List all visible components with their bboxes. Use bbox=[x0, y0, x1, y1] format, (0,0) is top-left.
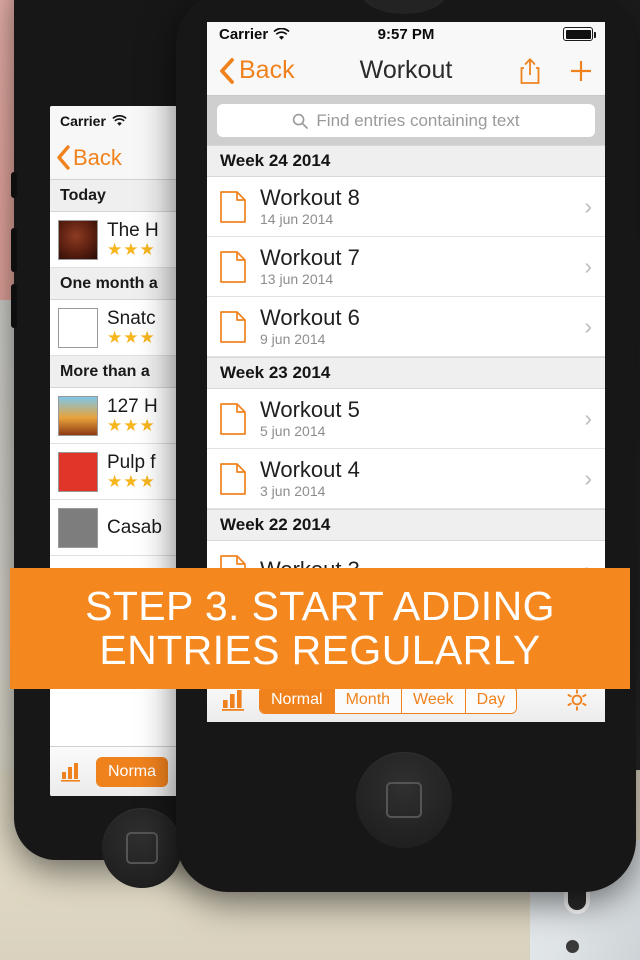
entry-title: Workout 7 bbox=[260, 244, 360, 270]
poster-snatch bbox=[58, 307, 98, 348]
poster-the-hunger-games bbox=[58, 219, 98, 260]
table-row[interactable]: Workout 5 5 jun 2014 › bbox=[207, 389, 605, 449]
white-device-dot bbox=[566, 940, 579, 953]
view-mode-segmented-control[interactable]: Normal Month Week Day bbox=[259, 685, 518, 714]
entries-list: Week 24 2014 Workout 8 14 jun 2014 › Wor… bbox=[207, 145, 605, 601]
list-item-title: 127 H bbox=[107, 396, 158, 417]
poster-127-hours bbox=[58, 395, 98, 436]
entry-title: Workout 5 bbox=[260, 396, 360, 422]
section-header-week-24: Week 24 2014 bbox=[207, 145, 605, 177]
phone-earpiece-speaker bbox=[362, 0, 446, 14]
rating-stars: ★★★ bbox=[107, 327, 156, 347]
segment-week[interactable]: Week bbox=[401, 686, 465, 713]
navigation-bar: Back Workout bbox=[207, 46, 605, 96]
foreground-phone: Carrier 9:57 PM Back Workout Find entrie… bbox=[176, 0, 636, 892]
bar-chart-icon[interactable] bbox=[221, 689, 245, 711]
entry-date: 3 jun 2014 bbox=[260, 482, 326, 499]
poster-casablanca bbox=[58, 507, 98, 548]
promo-banner-line-1: STEP 3. START ADDING bbox=[85, 582, 555, 629]
list-item-title: The H bbox=[107, 220, 159, 241]
poster-pulp-fiction bbox=[58, 451, 98, 492]
rating-stars: ★★★ bbox=[107, 239, 156, 259]
back-button-label: Back bbox=[73, 144, 122, 170]
segment-day[interactable]: Day bbox=[464, 686, 517, 713]
bar-chart-icon[interactable] bbox=[60, 762, 82, 782]
section-header-week-22: Week 22 2014 bbox=[207, 509, 605, 541]
chevron-left-icon bbox=[57, 145, 70, 170]
chevron-right-icon: › bbox=[584, 253, 592, 279]
list-item-title: Snatc bbox=[107, 308, 156, 329]
document-icon bbox=[220, 462, 246, 495]
back-carrier-label: Carrier bbox=[60, 113, 106, 129]
battery-full-icon bbox=[563, 27, 596, 41]
gear-icon[interactable] bbox=[563, 687, 591, 713]
chevron-right-icon: › bbox=[584, 465, 592, 491]
table-row[interactable]: Workout 8 14 jun 2014 › bbox=[207, 177, 605, 237]
back-button-label: Back bbox=[239, 56, 295, 84]
list-item-title: Pulp f bbox=[107, 452, 156, 473]
phone-side-button-volume-down[interactable] bbox=[11, 284, 17, 328]
document-icon bbox=[220, 310, 246, 343]
table-row[interactable]: Workout 4 3 jun 2014 › bbox=[207, 449, 605, 509]
wifi-icon bbox=[273, 27, 290, 40]
document-icon bbox=[220, 190, 246, 223]
chevron-right-icon: › bbox=[584, 313, 592, 339]
section-header-week-23: Week 23 2014 bbox=[207, 357, 605, 389]
document-icon bbox=[220, 250, 246, 283]
chevron-right-icon: › bbox=[584, 193, 592, 219]
search-icon bbox=[293, 113, 309, 129]
chevron-left-icon bbox=[220, 57, 234, 84]
search-input[interactable]: Find entries containing text bbox=[217, 104, 595, 137]
promo-banner-line-2: ENTRIES REGULARLY bbox=[99, 626, 541, 673]
chevron-right-icon: › bbox=[584, 405, 592, 431]
segment-normal[interactable]: Normal bbox=[260, 686, 334, 713]
status-bar: Carrier 9:57 PM bbox=[207, 22, 605, 46]
entry-date: 5 jun 2014 bbox=[260, 422, 326, 439]
carrier-label: Carrier bbox=[219, 25, 269, 43]
back-button[interactable]: Back bbox=[218, 56, 295, 85]
back-home-button[interactable] bbox=[102, 808, 182, 888]
search-bar-container: Find entries containing text bbox=[207, 96, 605, 145]
entry-title: Workout 8 bbox=[260, 184, 360, 210]
segment-normal-background[interactable]: Norma bbox=[96, 756, 169, 787]
phone-side-button-mute[interactable] bbox=[11, 172, 17, 198]
entry-date: 9 jun 2014 bbox=[260, 330, 326, 347]
document-icon bbox=[220, 402, 246, 435]
entry-title: Workout 4 bbox=[260, 456, 360, 482]
phone-side-button-volume-up[interactable] bbox=[11, 228, 17, 272]
home-button[interactable] bbox=[356, 752, 452, 848]
back-button-background-phone[interactable]: Back bbox=[56, 145, 122, 171]
search-placeholder: Find entries containing text bbox=[316, 110, 520, 130]
plus-icon[interactable] bbox=[568, 58, 594, 84]
status-carrier: Carrier bbox=[219, 26, 290, 43]
entry-date: 13 jun 2014 bbox=[260, 270, 334, 287]
entry-title: Workout 6 bbox=[260, 304, 360, 330]
list-item-title: Casab bbox=[107, 517, 162, 538]
wifi-icon bbox=[112, 115, 127, 126]
table-row[interactable]: Workout 7 13 jun 2014 › bbox=[207, 237, 605, 297]
rating-stars: ★★★ bbox=[107, 471, 156, 491]
share-icon[interactable] bbox=[518, 57, 542, 85]
segment-month[interactable]: Month bbox=[333, 686, 402, 713]
entry-date: 14 jun 2014 bbox=[260, 210, 334, 227]
promo-banner: STEP 3. START ADDING ENTRIES REGULARLY bbox=[10, 568, 630, 689]
rating-stars: ★★★ bbox=[107, 415, 156, 435]
table-row[interactable]: Workout 6 9 jun 2014 › bbox=[207, 297, 605, 357]
